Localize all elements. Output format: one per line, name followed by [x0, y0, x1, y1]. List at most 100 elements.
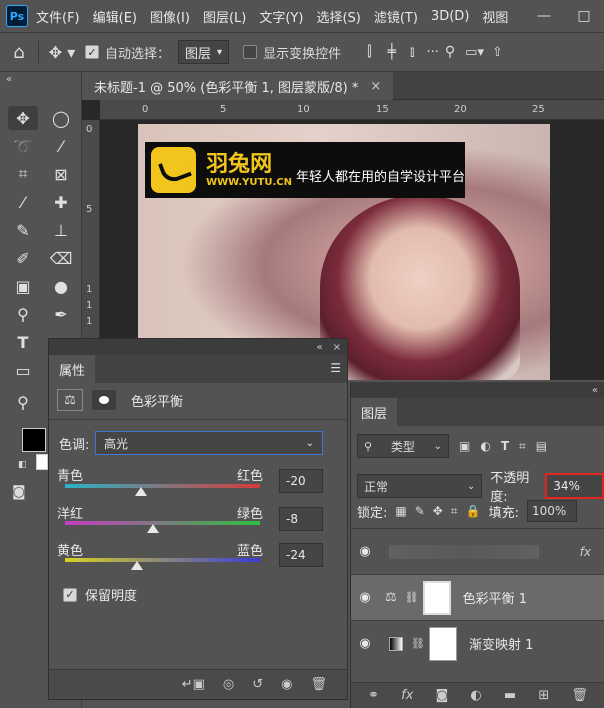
- magenta-green-value[interactable]: -8: [279, 507, 323, 531]
- layer-mask-thumbnail[interactable]: [422, 580, 451, 615]
- menu-edit[interactable]: 编辑(E): [93, 7, 137, 26]
- pen-tool[interactable]: ✒: [46, 302, 76, 326]
- eye-icon[interactable]: ◉: [351, 544, 379, 559]
- filter-type-icon[interactable]: T: [501, 439, 509, 453]
- fx-icon[interactable]: fx: [401, 688, 413, 703]
- zoom-tool[interactable]: ⚲: [8, 390, 38, 414]
- menu-layer[interactable]: 图层(L): [203, 7, 246, 26]
- frame-tool[interactable]: ⊠: [46, 162, 76, 186]
- yellow-blue-value[interactable]: -24: [279, 543, 323, 567]
- slider-thumb[interactable]: [131, 561, 143, 570]
- eye-icon[interactable]: ◉: [351, 636, 379, 651]
- magic-wand-tool[interactable]: ⁄: [46, 134, 76, 158]
- eraser-tool[interactable]: ⌫: [46, 246, 76, 270]
- preserve-luminosity-checkbox[interactable]: ✓: [63, 587, 77, 602]
- share-icon[interactable]: ⇧: [492, 45, 503, 60]
- move-tool-icon[interactable]: ✥ ▾: [39, 43, 85, 62]
- default-colors-icon[interactable]: ◧: [18, 460, 27, 470]
- view-previous-icon[interactable]: ◎: [223, 677, 234, 692]
- clip-to-layer-icon[interactable]: ↵▣: [182, 677, 205, 692]
- history-brush-tool[interactable]: ✐: [8, 246, 38, 270]
- lock-position-icon[interactable]: ✥: [433, 504, 443, 518]
- foreground-color-swatch[interactable]: [22, 428, 46, 452]
- panel-menu-icon[interactable]: ☰: [330, 361, 341, 375]
- auto-select-checkbox[interactable]: ✓: [85, 45, 99, 59]
- layer-row[interactable]: ◉ ⚖ ⛓ 色彩平衡 1: [351, 574, 604, 620]
- reset-icon[interactable]: ↺: [252, 677, 263, 692]
- background-color-swatch[interactable]: [36, 454, 48, 470]
- tone-dropdown[interactable]: 高光 ⌄: [95, 431, 323, 455]
- balance-icon[interactable]: ⚖: [57, 389, 83, 411]
- link-layers-icon[interactable]: ⚭: [368, 688, 379, 703]
- filter-pixel-icon[interactable]: ▣: [459, 439, 470, 453]
- more-options-icon[interactable]: ···: [426, 45, 438, 60]
- mask-icon[interactable]: [91, 389, 117, 411]
- slider-thumb[interactable]: [147, 524, 159, 533]
- layer-mask-thumbnail[interactable]: [428, 626, 457, 661]
- filter-dropdown[interactable]: ⚲ 类型 ⌄: [357, 434, 449, 458]
- filter-adjustment-icon[interactable]: ◐: [480, 439, 490, 453]
- move-tool[interactable]: ✥: [8, 106, 38, 130]
- new-layer-icon[interactable]: ⊞: [538, 688, 549, 703]
- blur-tool[interactable]: ●: [46, 274, 76, 298]
- lock-paint-icon[interactable]: ✎: [415, 504, 425, 518]
- dodge-tool[interactable]: ⚲: [8, 302, 38, 326]
- minimize-button[interactable]: —: [524, 8, 564, 24]
- tab-layers[interactable]: 图层: [351, 398, 398, 426]
- filter-shape-icon[interactable]: ⌗: [519, 439, 526, 454]
- menu-view[interactable]: 视图: [482, 7, 508, 26]
- add-mask-icon[interactable]: ◙: [436, 688, 449, 703]
- blend-mode-dropdown[interactable]: 正常 ⌄: [357, 474, 483, 498]
- healing-brush-tool[interactable]: ✚: [46, 190, 76, 214]
- slider-thumb[interactable]: [135, 487, 147, 496]
- auto-select-dropdown[interactable]: 图层 ▾: [178, 40, 230, 64]
- workspace-icon[interactable]: ▭▾: [465, 45, 484, 60]
- quick-mask-icon[interactable]: ◙: [12, 484, 26, 500]
- lasso-tool[interactable]: ➰: [8, 134, 38, 158]
- brush-tool[interactable]: ✎: [8, 218, 38, 242]
- new-group-icon[interactable]: ▬: [504, 688, 516, 703]
- close-icon[interactable]: ×: [333, 342, 341, 353]
- rectangle-tool[interactable]: ▭: [8, 358, 38, 382]
- align-right-icon[interactable]: ⫾: [410, 44, 414, 60]
- marquee-tool[interactable]: ◯: [46, 106, 76, 130]
- menu-type[interactable]: 文字(Y): [259, 7, 303, 26]
- lock-all-icon[interactable]: 🔒: [466, 504, 481, 518]
- menu-select[interactable]: 选择(S): [316, 7, 360, 26]
- maximize-button[interactable]: □: [564, 8, 604, 24]
- search-icon[interactable]: ⚲: [445, 44, 455, 60]
- yellow-blue-slider[interactable]: [65, 558, 260, 562]
- tab-properties[interactable]: 属性: [49, 355, 96, 383]
- menu-3d[interactable]: 3D(D): [431, 9, 469, 24]
- document-tab[interactable]: 未标题-1 @ 50% (色彩平衡 1, 图层蒙版/8) * ×: [82, 72, 394, 100]
- layer-row-hidden[interactable]: ◉ fx: [351, 528, 604, 574]
- magenta-green-slider[interactable]: [65, 521, 260, 525]
- menu-filter[interactable]: 滤镜(T): [374, 7, 418, 26]
- eyedropper-tool[interactable]: ⁄: [8, 190, 38, 214]
- eye-icon[interactable]: ◉: [351, 590, 379, 605]
- trash-icon[interactable]: 🗑: [310, 677, 327, 692]
- filter-smart-icon[interactable]: ▤: [536, 439, 547, 453]
- layer-row[interactable]: ◉ ⛓ 渐变映射 1: [351, 620, 604, 666]
- link-icon[interactable]: ⛓: [411, 637, 425, 650]
- new-adjustment-icon[interactable]: ◐: [470, 688, 481, 703]
- trash-icon[interactable]: 🗑: [571, 688, 588, 703]
- show-transform-checkbox[interactable]: [243, 45, 258, 59]
- fill-input[interactable]: 100%: [526, 500, 577, 522]
- lock-transparent-icon[interactable]: ▦: [395, 504, 406, 518]
- menu-image[interactable]: 图像(I): [150, 7, 190, 26]
- collapse-icon[interactable]: «: [592, 385, 598, 396]
- align-left-icon[interactable]: ⫿: [367, 44, 371, 60]
- type-tool[interactable]: T: [8, 330, 38, 354]
- close-icon[interactable]: ×: [370, 79, 381, 94]
- collapse-icon[interactable]: «: [316, 342, 322, 353]
- menu-file[interactable]: 文件(F): [36, 7, 80, 26]
- opacity-input[interactable]: 34%: [545, 473, 604, 499]
- cyan-red-value[interactable]: -20: [279, 469, 323, 493]
- stamp-tool[interactable]: ⊥: [46, 218, 76, 242]
- gradient-tool[interactable]: ▣: [8, 274, 38, 298]
- align-center-icon[interactable]: ╪: [388, 44, 396, 60]
- lock-artboard-icon[interactable]: ⌗: [451, 504, 458, 519]
- cyan-red-slider[interactable]: [65, 484, 260, 488]
- collapse-icon[interactable]: «: [6, 74, 12, 85]
